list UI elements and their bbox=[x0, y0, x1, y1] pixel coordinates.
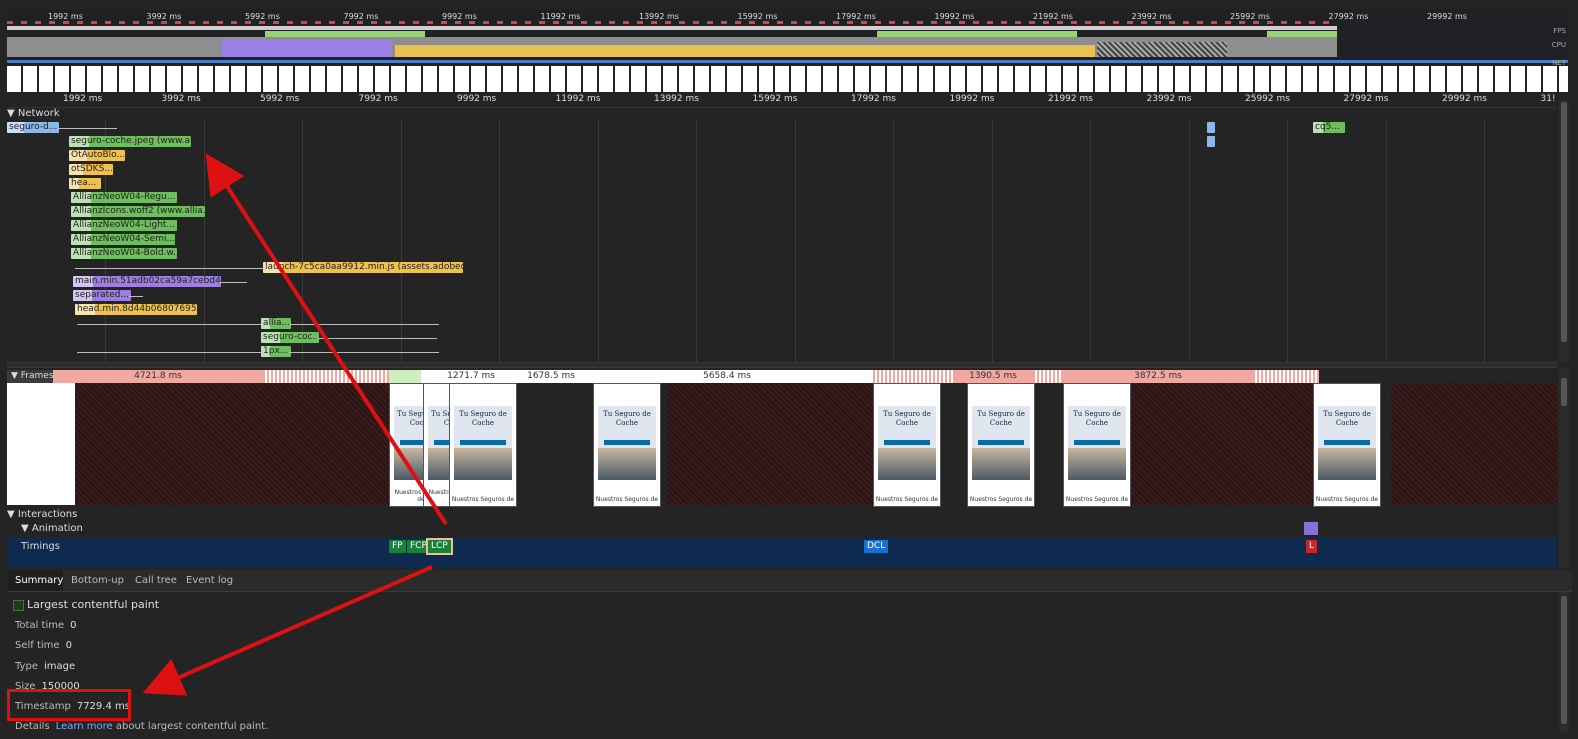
arrow-to-lcp-request bbox=[205, 153, 448, 526]
annotation-arrows bbox=[142, 153, 448, 696]
arrow-to-timestamp bbox=[142, 565, 433, 696]
